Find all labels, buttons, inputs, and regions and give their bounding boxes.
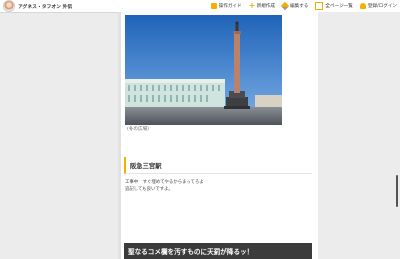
scrollbar[interactable] [395,12,400,259]
site-title[interactable]: アグネス・タフオン 外伝 [18,3,72,10]
section-body: 工事中 すぐ埋めてやるからまってろよ 追記しても良いですよ。 [125,179,204,193]
nav-menu: 操作ガイド + 新規作成 編集する 全ページ一覧 登録/ログイン [204,1,397,11]
photo-caption: (冬の広場) [127,127,149,132]
body-line-2: 追記しても良いですよ。 [125,187,173,192]
nav-login-label: 登録/ログイン [367,4,397,9]
nav-new-page-label: 新規作成 [256,4,275,9]
next-section-heading: 聖なるコメ欄を汚すものに天罰が降るッ！ [124,243,312,259]
nav-guide-button[interactable]: 操作ガイド [210,3,242,9]
nav-edit-label: 編集する [290,4,309,9]
site-avatar [3,0,15,12]
nav-guide-label: 操作ガイド [218,4,242,9]
page-icon [315,2,324,10]
site-brand[interactable]: アグネス・タフオン 外伝 [3,0,72,12]
nav-all-pages-button[interactable]: 全ページ一覧 [315,2,353,10]
scrollbar-thumb[interactable] [396,175,398,207]
palace-square-photo [125,15,282,125]
nav-edit-button[interactable]: 編集する [280,1,309,11]
book-icon [210,3,217,9]
nav-new-page-button[interactable]: + 新規作成 [248,1,275,10]
plus-icon: + [248,1,256,10]
section-heading: 阪急三宮駅 [124,157,312,174]
pencil-icon [280,1,290,11]
article-content: (冬の広場) 阪急三宮駅 工事中 すぐ埋めてやるからまってろよ 追記しても良いで… [121,12,318,259]
body-line-1: 工事中 すぐ埋めてやるからまってろよ [125,180,204,185]
article-photo[interactable] [125,15,282,125]
nav-login-button[interactable]: 登録/ログイン [359,3,397,9]
nav-all-pages-label: 全ページ一覧 [325,4,353,9]
right-margin [318,12,400,259]
user-icon [359,3,366,9]
